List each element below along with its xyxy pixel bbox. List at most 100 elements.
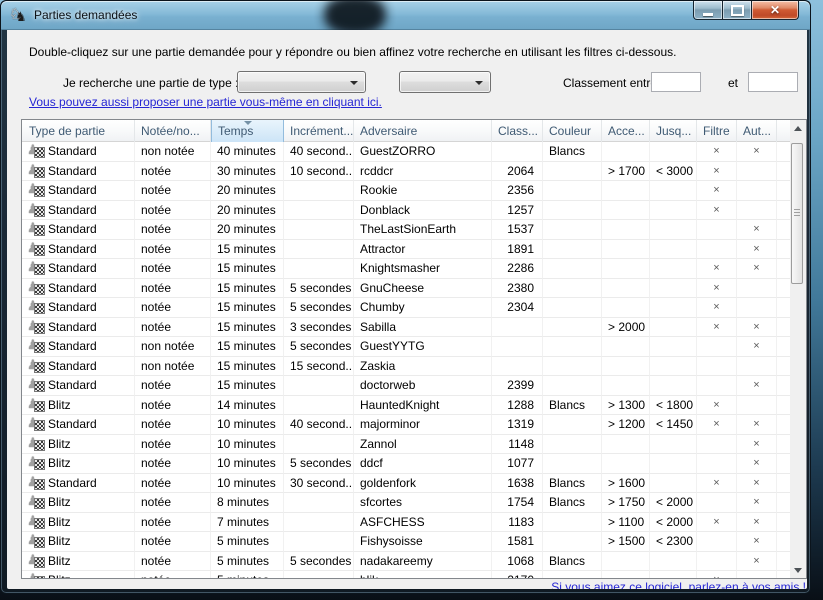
column-header-1[interactable]: Notée/no... <box>135 120 211 142</box>
cell: ♟Standard <box>22 259 135 279</box>
game-row[interactable]: ♟Blitznotée7 minutesASFCHESS1183> 1100< … <box>22 513 792 533</box>
column-header-9[interactable]: Filtre <box>697 120 737 142</box>
scroll-down-button[interactable] <box>790 562 806 578</box>
cell: 2380 <box>492 279 543 299</box>
game-row[interactable]: ♟Standardnotée15 minutesKnightsmasher228… <box>22 259 792 279</box>
cell <box>543 259 602 279</box>
column-header-label: Acce... <box>608 124 645 138</box>
cell: ♟Standard <box>22 279 135 299</box>
game-row[interactable]: ♟Blitznotée8 minutessfcortes1754Blancs> … <box>22 493 792 513</box>
cell: ddcf <box>354 454 492 474</box>
game-row[interactable]: ♟Standardnon notée15 minutes15 second...… <box>22 357 792 377</box>
cell: Rookie <box>354 181 492 201</box>
cell: notée <box>135 532 211 552</box>
rating-min-input[interactable] <box>651 72 701 92</box>
cell: notée <box>135 435 211 455</box>
cell: 15 minutes <box>211 337 284 357</box>
vertical-scrollbar[interactable] <box>790 120 806 578</box>
column-header-label: Class... <box>498 124 538 138</box>
game-row[interactable]: ♟Standardnotée20 minutesDonblack1257× <box>22 201 792 221</box>
game-row[interactable]: ♟Standardnotée20 minutesTheLastSionEarth… <box>22 220 792 240</box>
game-speed-select[interactable] <box>399 71 491 93</box>
game-row[interactable]: ♟Standardnotée20 minutesRookie2356× <box>22 181 792 201</box>
column-header-4[interactable]: Adversaire <box>354 120 492 142</box>
column-header-label: Incrément... <box>290 124 353 138</box>
cell: × <box>697 298 737 318</box>
cell: × <box>737 493 777 513</box>
cell: Blancs <box>543 142 602 162</box>
column-header-6[interactable]: Couleur <box>543 120 602 142</box>
cell: 40 second... <box>284 142 354 162</box>
scroll-up-button[interactable] <box>790 120 806 136</box>
game-row[interactable]: ♟Standardnotée30 minutes10 second...rcdd… <box>22 162 792 182</box>
column-header-2[interactable]: Temps <box>211 120 284 142</box>
scrollbar-thumb[interactable] <box>791 143 803 284</box>
cell <box>737 181 777 201</box>
game-row[interactable]: ♟Standardnon notée15 minutes5 secondesGu… <box>22 337 792 357</box>
cell <box>492 357 543 377</box>
cell: 5 secondes <box>284 552 354 572</box>
cell: × <box>737 532 777 552</box>
game-row[interactable]: ♟Blitznotée10 minutes5 secondesddcf1077× <box>22 454 792 474</box>
cell <box>737 279 777 299</box>
minimize-button[interactable] <box>693 1 723 20</box>
cell: ♟Standard <box>22 142 135 162</box>
cell: < 2300 <box>650 532 697 552</box>
propose-game-link[interactable]: Vous pouvez aussi proposer une partie vo… <box>29 95 382 109</box>
cell: 40 minutes <box>211 142 284 162</box>
title-bar[interactable]: ♘ ♞ Parties demandées <box>1 1 810 30</box>
cell: non notée <box>135 142 211 162</box>
column-header-7[interactable]: Acce... <box>602 120 650 142</box>
column-header-label: Temps <box>218 124 253 138</box>
cell <box>650 337 697 357</box>
cell <box>492 142 543 162</box>
cell: 2356 <box>492 181 543 201</box>
game-type-select[interactable] <box>237 71 366 93</box>
game-row[interactable]: ♟Standardnotée15 minutesAttractor1891× <box>22 240 792 260</box>
game-row[interactable]: ♟Standardnon notée40 minutes40 second...… <box>22 142 792 162</box>
cell <box>602 435 650 455</box>
game-row[interactable]: ♟Standardnotée15 minutes3 secondesSabill… <box>22 318 792 338</box>
cell: 20 minutes <box>211 181 284 201</box>
column-header-8[interactable]: Jusq... <box>650 120 697 142</box>
cell: notée <box>135 240 211 260</box>
column-header-0[interactable]: Type de partie <box>22 120 135 142</box>
cell: 2286 <box>492 259 543 279</box>
cell: 15 minutes <box>211 298 284 318</box>
cell: Sabilla <box>354 318 492 338</box>
game-row[interactable]: ♟Standardnotée15 minutesdoctorweb2399× <box>22 376 792 396</box>
column-header-5[interactable]: Class... <box>492 120 543 142</box>
cell <box>737 162 777 182</box>
cell: 1537 <box>492 220 543 240</box>
cell <box>543 337 602 357</box>
game-row[interactable]: ♟Standardnotée10 minutes30 second...gold… <box>22 474 792 494</box>
game-row[interactable]: ♟Blitznotée5 minutes5 secondesnadakareem… <box>22 552 792 572</box>
cell: 7 minutes <box>211 513 284 533</box>
game-row[interactable]: ♟Standardnotée10 minutes40 second...majo… <box>22 415 792 435</box>
chess-pawn-board-icon: ♟ <box>28 222 45 236</box>
game-row[interactable]: ♟Standardnotée15 minutes5 secondesChumby… <box>22 298 792 318</box>
cell: 30 second... <box>284 474 354 494</box>
game-row[interactable]: ♟Blitznotée5 minutesblik2170× <box>22 571 792 578</box>
share-link[interactable]: Si vous aimez ce logiciel, parlez-en à v… <box>551 580 806 589</box>
cell <box>284 532 354 552</box>
game-row[interactable]: ♟Blitznotée14 minutesHauntedKnight1288Bl… <box>22 396 792 416</box>
cell: ♟Standard <box>22 357 135 377</box>
cell: 1068 <box>492 552 543 572</box>
maximize-button[interactable] <box>723 1 751 20</box>
column-header-10[interactable]: Aut... <box>737 120 777 142</box>
cell: × <box>697 396 737 416</box>
cell <box>284 435 354 455</box>
close-button[interactable]: ✕ <box>751 1 799 20</box>
game-row[interactable]: ♟Blitznotée5 minutesFishysoisse1581> 150… <box>22 532 792 552</box>
game-row[interactable]: ♟Blitznotée10 minutesZannol1148× <box>22 435 792 455</box>
game-row[interactable]: ♟Standardnotée15 minutes5 secondesGnuChe… <box>22 279 792 299</box>
chess-pawn-board-icon: ♟ <box>28 183 45 197</box>
rating-max-input[interactable] <box>748 72 798 92</box>
cell <box>602 259 650 279</box>
cell: × <box>697 259 737 279</box>
cell <box>543 415 602 435</box>
column-header-3[interactable]: Incrément... <box>284 120 354 142</box>
cell: notée <box>135 552 211 572</box>
cell: 1288 <box>492 396 543 416</box>
